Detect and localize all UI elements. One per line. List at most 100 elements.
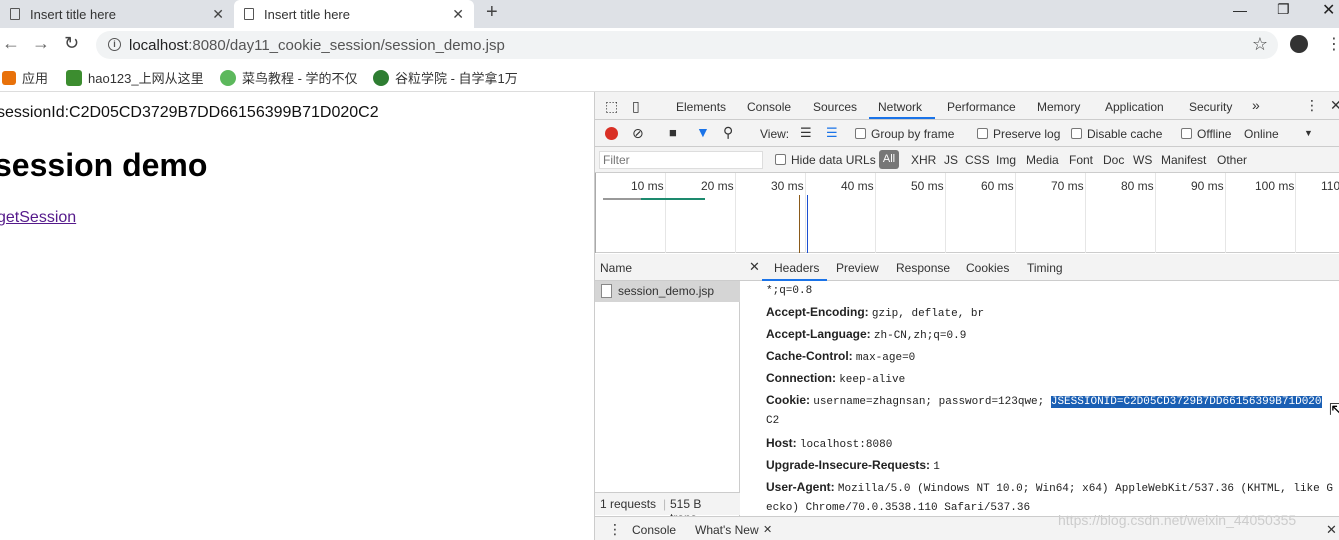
- filter-media[interactable]: Media: [1026, 153, 1059, 167]
- drawer-tab-console[interactable]: Console: [632, 523, 676, 537]
- request-name: session_demo.jsp: [618, 284, 715, 298]
- tab-performance[interactable]: Performance: [947, 100, 1016, 114]
- timeline-tick: [595, 173, 596, 253]
- filter-manifest[interactable]: Manifest: [1161, 153, 1206, 167]
- request-row[interactable]: session_demo.jsp: [595, 281, 740, 302]
- tab-application[interactable]: Application: [1105, 100, 1164, 114]
- browser-tab-1[interactable]: Insert title here ✕: [0, 0, 234, 28]
- bookmark-guli[interactable]: 谷粒学院 - 自学拿1万: [373, 68, 518, 87]
- tab-security[interactable]: Security: [1189, 100, 1232, 114]
- file-icon: [601, 284, 612, 298]
- bookmark-star-icon[interactable]: ☆: [1252, 34, 1268, 55]
- url-text[interactable]: localhost:8080/day11_cookie_session/sess…: [129, 37, 505, 54]
- session-id-text: sessionId:C2D05CD3729B7DD66156399B71D020…: [0, 104, 379, 121]
- device-toolbar-icon[interactable]: ▯: [632, 98, 640, 115]
- name-column-header[interactable]: Name: [595, 254, 740, 281]
- filter-ws[interactable]: WS: [1133, 153, 1152, 167]
- info-icon[interactable]: i: [108, 38, 121, 51]
- filter-other[interactable]: Other: [1217, 153, 1247, 167]
- request-name-panel: Name session_demo.jsp: [595, 254, 740, 516]
- header-key: Connection:: [766, 371, 836, 385]
- filter-all-button[interactable]: All: [879, 150, 899, 169]
- forward-button[interactable]: →: [32, 33, 50, 54]
- more-tabs-icon[interactable]: »: [1252, 97, 1260, 113]
- tab-memory[interactable]: Memory: [1037, 100, 1080, 114]
- back-button[interactable]: ←: [2, 33, 20, 54]
- drawer-tab-close-icon[interactable]: ✕: [763, 523, 772, 536]
- drawer-tab-whats-new[interactable]: What's New: [695, 523, 759, 537]
- maximize-button[interactable]: ❐: [1277, 1, 1290, 18]
- tab-close-icon[interactable]: ✕: [452, 6, 464, 23]
- detail-close-icon[interactable]: ✕: [749, 259, 760, 275]
- header-key: Cache-Control:: [766, 349, 853, 363]
- timeline-bar-download: [641, 198, 705, 200]
- filter-js[interactable]: JS: [944, 153, 958, 167]
- network-timeline-overview[interactable]: 10 ms 20 ms 30 ms 40 ms 50 ms 60 ms 70 m…: [595, 173, 1339, 253]
- drawer-menu-icon[interactable]: ⋮: [608, 521, 622, 538]
- waterfall-icon[interactable]: ☰: [826, 125, 838, 141]
- browser-menu-icon[interactable]: ⋮: [1326, 34, 1339, 54]
- header-value: *;q=0.8: [766, 285, 813, 297]
- tab-strip: Insert title here ✕ Insert title here ✕ …: [0, 0, 1339, 28]
- header-value: gzip, deflate, br: [871, 308, 985, 320]
- profile-avatar-icon[interactable]: [1290, 35, 1308, 53]
- record-icon[interactable]: [605, 127, 618, 140]
- tab-timing[interactable]: Timing: [1027, 261, 1063, 275]
- search-icon[interactable]: ⚲: [723, 124, 733, 141]
- tab-console[interactable]: Console: [747, 100, 791, 114]
- throttling-select[interactable]: Online: [1244, 127, 1279, 141]
- screenshot-icon[interactable]: ■: [669, 125, 677, 140]
- devtools-panel: ⬚ ▯ Elements Console Sources Network Per…: [594, 92, 1339, 540]
- drawer-close-icon[interactable]: ✕: [1326, 522, 1337, 538]
- preserve-log-checkbox[interactable]: Preserve log: [977, 127, 1060, 141]
- filter-bar: Hide data URLs All XHR JS CSS Img Media …: [595, 147, 1339, 173]
- tab-response[interactable]: Response: [896, 261, 950, 275]
- filter-font[interactable]: Font: [1069, 153, 1093, 167]
- devtools-menu-icon[interactable]: ⋮: [1305, 97, 1319, 114]
- header-row-cookie: Cookie: username=zhagnsan; password=123q…: [766, 393, 1322, 408]
- filter-css[interactable]: CSS: [965, 153, 990, 167]
- inspect-element-icon[interactable]: ⬚: [605, 98, 618, 115]
- header-key: Host:: [766, 436, 797, 450]
- browser-tab-2-active[interactable]: Insert title here ✕: [234, 0, 474, 28]
- large-rows-icon[interactable]: ☰: [800, 125, 812, 141]
- reload-button[interactable]: ↻: [64, 33, 79, 54]
- offline-checkbox[interactable]: Offline: [1181, 127, 1231, 141]
- window-close-button[interactable]: ✕: [1322, 0, 1335, 20]
- filter-xhr[interactable]: XHR: [911, 153, 936, 167]
- filter-img[interactable]: Img: [996, 153, 1016, 167]
- header-value: ecko) Chrome/70.0.3538.110 Safari/537.36: [766, 502, 1031, 514]
- tab-headers[interactable]: Headers: [774, 261, 819, 275]
- bookmark-apps[interactable]: 应用: [2, 68, 48, 87]
- tab-elements[interactable]: Elements: [676, 100, 726, 114]
- hide-data-urls-checkbox[interactable]: Hide data URLs: [775, 153, 876, 167]
- tab-sources[interactable]: Sources: [813, 100, 857, 114]
- bookmark-hao123[interactable]: hao123_上网从这里: [66, 68, 204, 87]
- tab-close-icon[interactable]: ✕: [212, 6, 224, 23]
- bookmark-runoob[interactable]: 菜鸟教程 - 学的不仅: [220, 68, 358, 87]
- selected-text[interactable]: JSESSIONID=C2D05CD3729B7DD66156399B71D02…: [1050, 396, 1322, 408]
- clear-icon[interactable]: ⊘: [632, 125, 644, 142]
- detail-tab-bar: ✕ Headers Preview Response Cookies Timin…: [740, 254, 1339, 281]
- checkbox-label: Offline: [1197, 127, 1232, 141]
- throttle-dropdown-icon[interactable]: ▼: [1304, 128, 1313, 138]
- address-bar[interactable]: i localhost:8080/day11_cookie_session/se…: [96, 31, 1278, 59]
- devtools-close-icon[interactable]: ✕: [1330, 97, 1339, 114]
- header-value: keep-alive: [839, 374, 906, 386]
- tab-cookies[interactable]: Cookies: [966, 261, 1009, 275]
- timeline-marker-load: [807, 195, 808, 253]
- header-row: Connection: keep-alive: [766, 371, 905, 386]
- new-tab-button[interactable]: +: [486, 1, 498, 24]
- header-key: Accept-Encoding:: [766, 305, 869, 319]
- tab-network[interactable]: Network: [878, 100, 922, 114]
- filter-icon[interactable]: ▼: [696, 124, 710, 140]
- disable-cache-checkbox[interactable]: Disable cache: [1071, 127, 1162, 141]
- filter-input[interactable]: [599, 151, 763, 169]
- filter-doc[interactable]: Doc: [1103, 153, 1124, 167]
- tab-preview[interactable]: Preview: [836, 261, 879, 275]
- group-by-frame-checkbox[interactable]: Group by frame: [855, 127, 954, 141]
- get-session-link[interactable]: getSession: [0, 209, 76, 227]
- timeline-label: 20 ms: [701, 179, 734, 193]
- minimize-button[interactable]: —: [1233, 2, 1247, 18]
- checkbox-icon: [855, 128, 866, 139]
